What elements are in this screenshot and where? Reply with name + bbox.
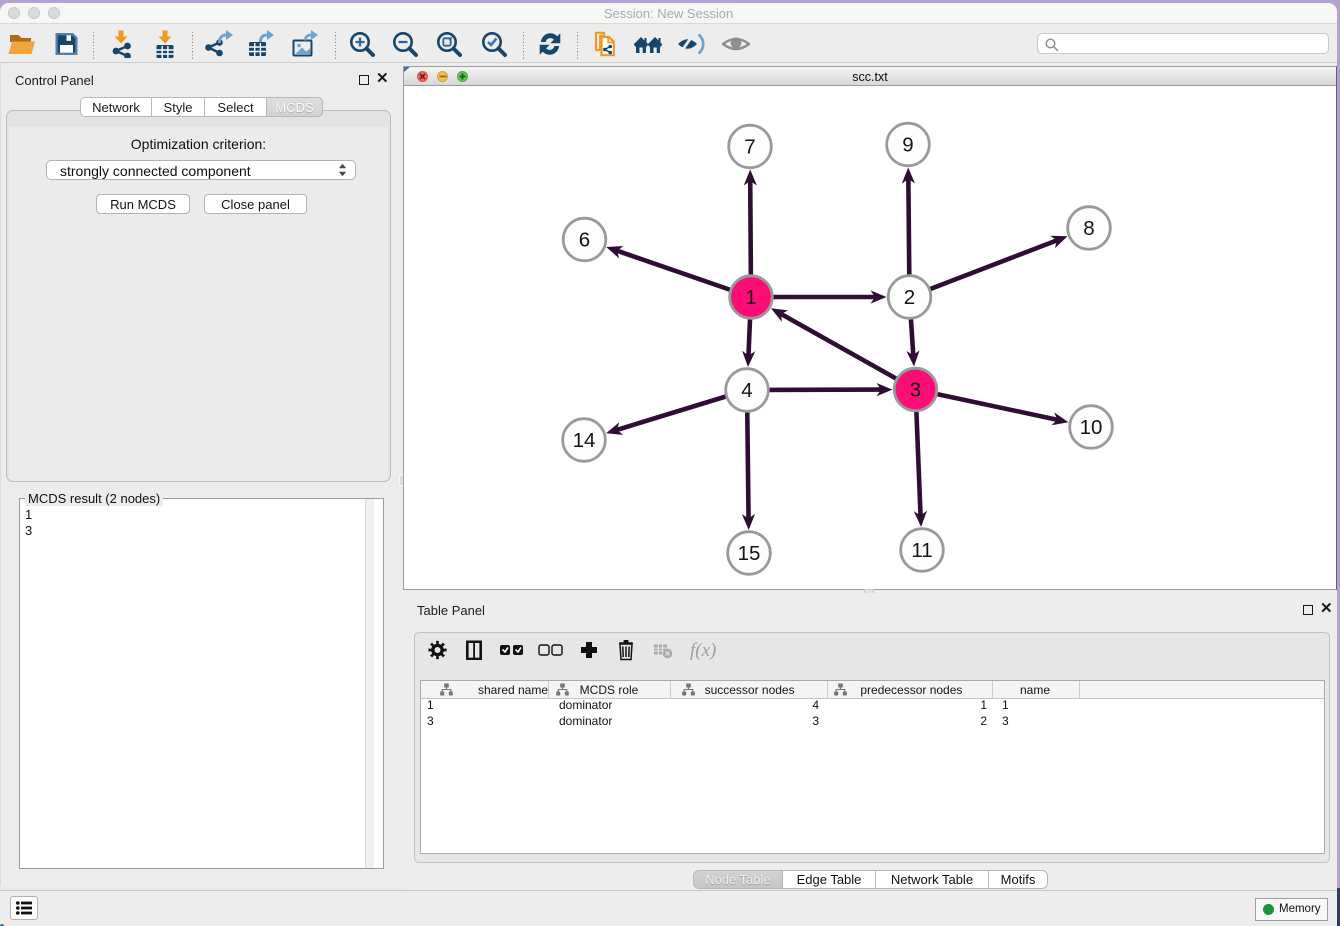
svg-text:11: 11 [911,539,932,562]
svg-text:7: 7 [744,136,755,159]
svg-text:f(x): f(x) [690,640,716,661]
svg-text:2: 2 [904,286,915,309]
svg-text:6: 6 [579,229,590,252]
svg-text:10: 10 [1080,416,1103,439]
svg-text:1: 1 [745,286,756,309]
svg-text:4: 4 [741,379,752,402]
svg-text:3: 3 [910,379,921,402]
svg-text:14: 14 [573,429,596,452]
svg-text:8: 8 [1083,217,1094,240]
svg-text:15: 15 [738,542,761,565]
svg-text:9: 9 [902,134,913,157]
